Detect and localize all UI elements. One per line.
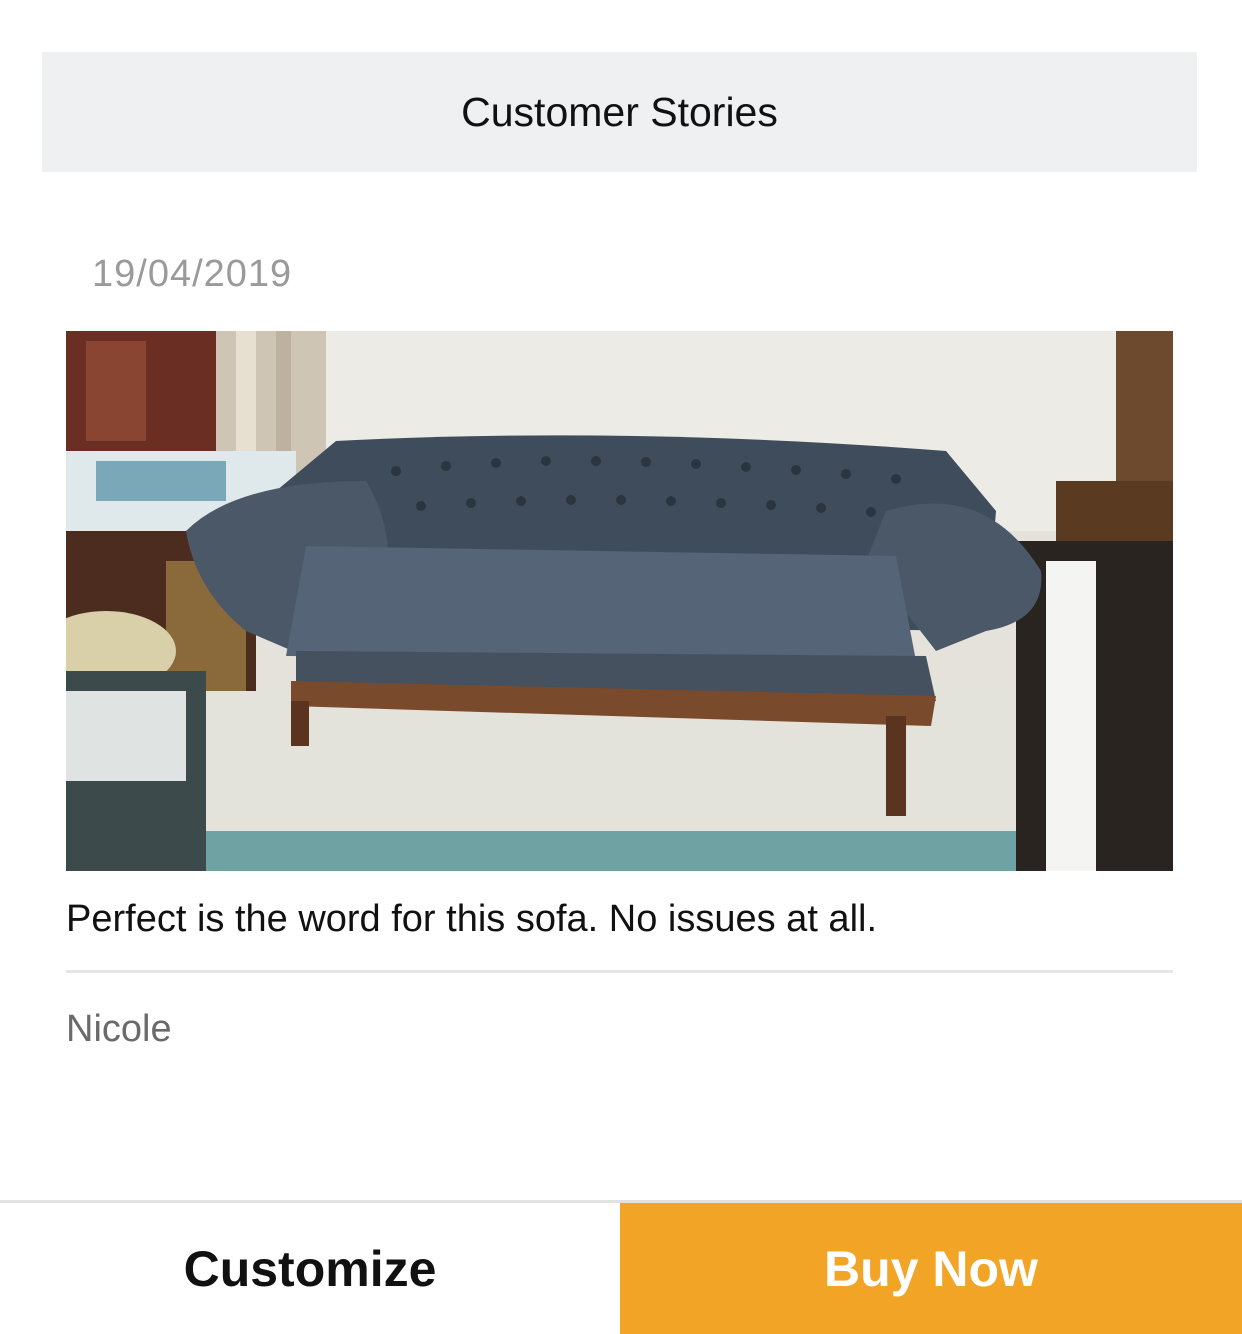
section-header: Customer Stories [42,52,1197,172]
section-title: Customer Stories [461,88,778,135]
buy-now-button[interactable]: Buy Now [620,1203,1242,1334]
divider [66,970,1173,973]
customize-button[interactable]: Customize [0,1203,620,1334]
sofa-photo-icon [66,331,1173,871]
customer-stories-page: Customer Stories 19/04/2019 Perfect is t… [0,0,1242,1334]
story-date: 19/04/2019 [92,253,293,295]
story-text: Perfect is the word for this sofa. No is… [66,898,878,940]
story-photo[interactable] [66,331,1173,871]
story-author: Nicole [66,1008,172,1050]
bottom-action-bar: Customize Buy Now [0,1200,1242,1334]
